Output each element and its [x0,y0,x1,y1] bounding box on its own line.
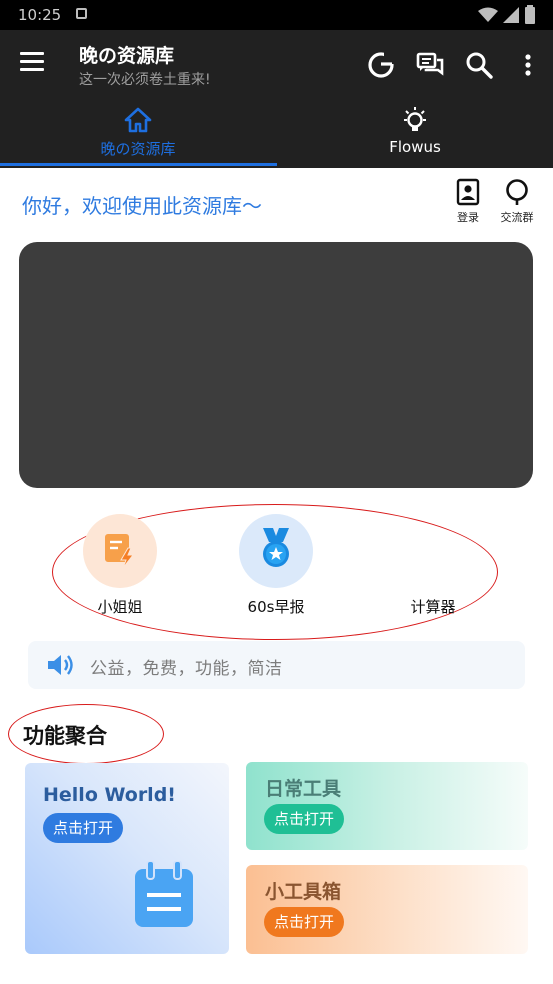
quick-item-bg [396,514,470,588]
chat-icon[interactable] [414,49,446,81]
card-daily-tools[interactable]: 日常工具 点击打开 [246,762,528,850]
app-bar: 晚の资源库 这一次必须卷土重来! [0,30,553,102]
wifi-icon [478,7,498,22]
quick-item-bg [83,514,157,588]
medal-icon [263,528,289,567]
notepad-icon [135,861,193,927]
lightbulb-icon [404,107,426,131]
notice-text: 公益，免费，功能，简洁 [90,659,283,679]
card-open-button[interactable]: 点击打开 [264,907,345,937]
tab-home-label: 晚の资源库 [100,140,176,158]
battery-icon [525,5,535,24]
contact-icon [456,178,480,206]
status-time: 10:25 [18,6,62,24]
home-icon [124,107,152,133]
card-title: 小工具箱 [265,881,342,903]
login-button[interactable]: 登录 [446,178,490,225]
quick-item-calculator[interactable]: 计算器 [383,514,483,616]
card-title: Hello World! [43,784,176,806]
greeting-text: 你好，欢迎使用此资源库〜 [22,194,262,218]
group-label: 交流群 [500,211,534,224]
tab-bar: 晚の资源库 Flowus [0,102,553,168]
card-hello-world[interactable]: Hello World! 点击打开 [25,763,229,954]
app-title: 晚の资源库 [79,45,175,67]
g-logo-icon[interactable] [365,49,397,81]
tab-indicator [0,163,277,166]
tab-flowus[interactable]: Flowus [277,102,553,168]
quick-item-bg [239,514,313,588]
card-open-button[interactable]: 点击打开 [264,804,345,834]
quick-item-label: 计算器 [410,598,456,616]
tab-flowus-label: Flowus [389,138,441,156]
search-icon[interactable] [463,49,495,81]
notice-bar[interactable]: 公益，免费，功能，简洁 [28,641,525,689]
menu-icon[interactable] [20,52,46,78]
section-title: 功能聚合 [23,724,107,748]
card-toolbox[interactable]: 小工具箱 点击打开 [246,865,528,954]
banner-carousel[interactable] [19,242,533,488]
speaker-icon [48,655,73,675]
more-vert-icon[interactable] [512,49,544,81]
quick-item-label: 小姐姐 [97,598,143,616]
status-bar: 10:25 [0,0,553,30]
login-label: 登录 [457,211,479,224]
app-subtitle: 这一次必须卷土重来! [79,72,211,88]
group-button[interactable]: 交流群 [495,178,539,225]
quick-item-label: 60s早报 [247,598,305,616]
quick-item-xiaojiejie[interactable]: 小姐姐 [70,514,170,616]
note-lightning-icon [105,534,135,569]
quick-item-60s[interactable]: 60s早报 [226,514,326,616]
card-title: 日常工具 [265,778,342,800]
tab-home[interactable]: 晚の资源库 [0,102,276,168]
signal-icon [503,7,519,23]
card-open-button[interactable]: 点击打开 [43,813,124,843]
chat-bubble-icon [506,179,528,205]
notification-icon [76,8,87,19]
